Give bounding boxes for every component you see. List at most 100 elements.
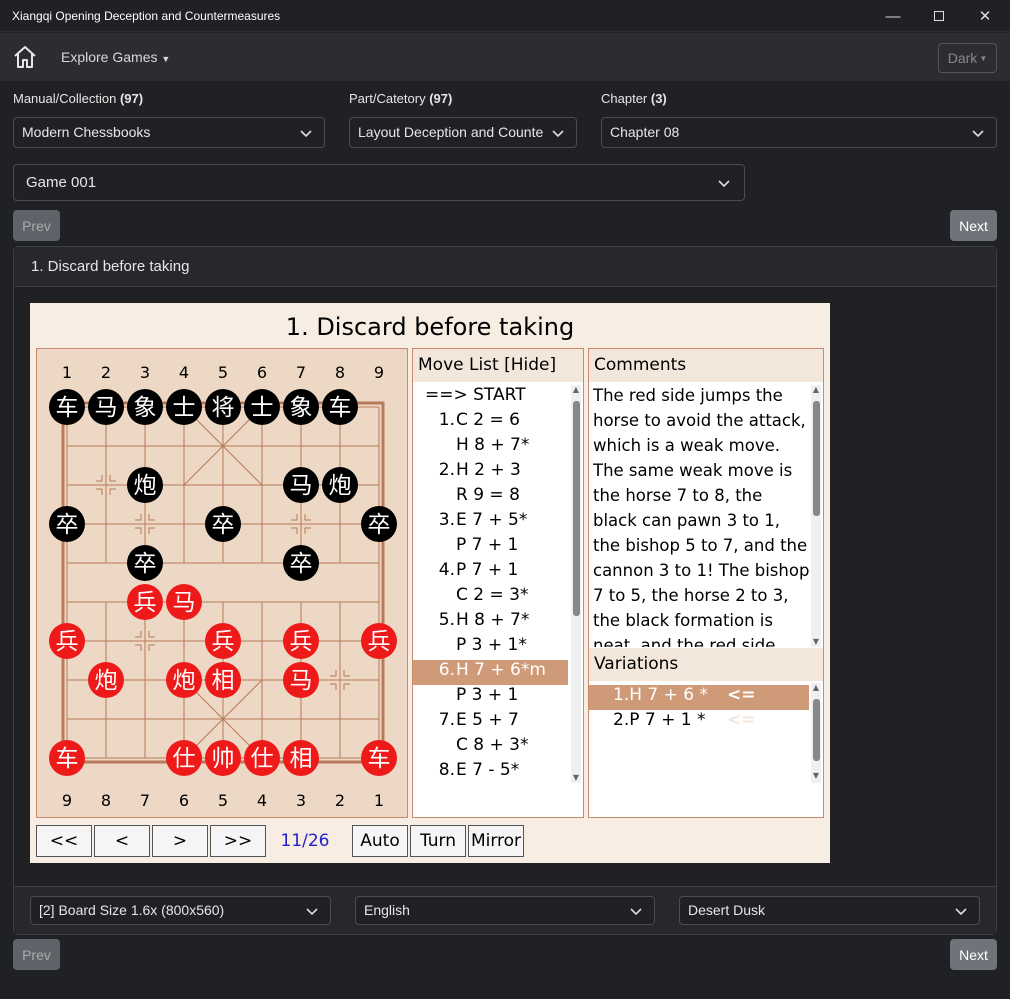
move-item[interactable]: P 7 + 1 (413, 535, 568, 560)
black-piece[interactable]: 卒 (361, 506, 397, 542)
scroll-down-icon[interactable]: ▼ (811, 637, 821, 647)
black-piece[interactable]: 士 (244, 389, 280, 425)
move-item[interactable]: ==> START (413, 385, 568, 410)
red-piece[interactable]: 兵 (205, 623, 241, 659)
file-number-top: 2 (101, 363, 111, 382)
prev-button-bottom[interactable]: Prev (13, 939, 60, 970)
red-piece[interactable]: 帅 (205, 740, 241, 776)
scroll-thumb[interactable] (813, 699, 820, 761)
minimize-icon[interactable]: — (870, 0, 916, 32)
scroll-down-icon[interactable]: ▼ (811, 771, 821, 781)
black-piece[interactable]: 车 (322, 389, 358, 425)
black-piece[interactable]: 马 (88, 389, 124, 425)
move-item[interactable]: C 2 = 3* (413, 585, 568, 610)
black-piece[interactable]: 马 (283, 467, 319, 503)
next-move-button[interactable]: > (152, 825, 208, 857)
language-select[interactable]: English (355, 896, 655, 925)
manual-select[interactable]: Modern Chessbooks (13, 117, 325, 148)
black-piece[interactable]: 象 (127, 389, 163, 425)
piece-label: 卒 (134, 551, 157, 577)
part-select[interactable]: Layout Deception and Counte (349, 117, 577, 148)
piece-label: 兵 (212, 629, 235, 655)
move-text: P 3 + 1* (456, 635, 527, 655)
file-number-top: 6 (257, 363, 267, 382)
scroll-up-icon[interactable]: ▲ (811, 683, 821, 693)
comments-scrollbar[interactable]: ▲ ▼ (811, 385, 821, 647)
move-item[interactable]: 3. E 7 + 5* (413, 510, 568, 535)
black-piece[interactable]: 卒 (205, 506, 241, 542)
xiangqi-board[interactable]: 123456789987654321车马象士将士象车炮马炮卒卒卒卒卒兵马兵兵兵兵… (36, 348, 408, 818)
red-piece[interactable]: 马 (166, 584, 202, 620)
black-piece[interactable]: 炮 (322, 467, 358, 503)
red-piece[interactable]: 马 (283, 662, 319, 698)
theme-label: Dark (947, 50, 978, 66)
red-piece[interactable]: 相 (283, 740, 319, 776)
move-item[interactable]: R 9 = 8 (413, 485, 568, 510)
move-list-header[interactable]: Move List [Hide] (413, 349, 583, 382)
move-item[interactable]: P 3 + 1* (413, 635, 568, 660)
black-piece[interactable]: 车 (49, 389, 85, 425)
red-piece[interactable]: 仕 (244, 740, 280, 776)
maximize-icon[interactable] (916, 0, 962, 32)
red-piece[interactable]: 兵 (49, 623, 85, 659)
position-marker (291, 514, 298, 521)
red-piece[interactable]: 炮 (88, 662, 124, 698)
scroll-thumb[interactable] (573, 401, 580, 616)
red-piece[interactable]: 炮 (166, 662, 202, 698)
move-item[interactable]: 7. E 5 + 7 (413, 710, 568, 735)
red-piece[interactable]: 仕 (166, 740, 202, 776)
red-piece[interactable]: 车 (361, 740, 397, 776)
move-text: H 2 + 3 (456, 460, 521, 480)
position-marker (148, 514, 155, 521)
first-move-button[interactable]: << (36, 825, 92, 857)
variations-scrollbar[interactable]: ▲ ▼ (811, 683, 821, 783)
scroll-up-icon[interactable]: ▲ (571, 385, 581, 395)
red-piece[interactable]: 兵 (361, 623, 397, 659)
black-piece[interactable]: 炮 (127, 467, 163, 503)
variation-item[interactable]: 2.P 7 + 1 * <= (589, 710, 809, 735)
move-item[interactable]: 4. P 7 + 1 (413, 560, 568, 585)
black-piece[interactable]: 卒 (283, 545, 319, 581)
red-piece[interactable]: 兵 (127, 584, 163, 620)
theme-dropdown[interactable]: Dark ▼ (938, 43, 997, 73)
red-piece[interactable]: 兵 (283, 623, 319, 659)
turn-button[interactable]: Turn (410, 825, 466, 857)
explore-games-dropdown[interactable]: Explore Games ▼ (61, 49, 170, 65)
black-piece[interactable]: 将 (205, 389, 241, 425)
scroll-down-icon[interactable]: ▼ (571, 773, 581, 783)
auto-button[interactable]: Auto (352, 825, 408, 857)
scroll-up-icon[interactable]: ▲ (811, 385, 821, 395)
game-select[interactable]: Game 001 (13, 164, 745, 201)
home-icon[interactable] (12, 44, 38, 70)
move-item[interactable]: 6. H 7 + 6*m (413, 660, 568, 685)
board-svg[interactable]: 1 2 3 4 5 6 7 8 99 8 7 6 5 4 3 2 1车马象士将士象车炮马炮卒卒卒卒 卒兵 马兵兵兵兵… (37, 349, 407, 817)
black-piece[interactable]: 卒 (127, 545, 163, 581)
black-piece[interactable]: 卒 (49, 506, 85, 542)
red-piece[interactable]: 相 (205, 662, 241, 698)
scroll-thumb[interactable] (813, 401, 820, 516)
red-piece[interactable]: 车 (49, 740, 85, 776)
move-list-scrollbar[interactable]: ▲ ▼ (571, 385, 581, 783)
next-button[interactable]: Next (950, 210, 997, 241)
prev-move-button[interactable]: < (94, 825, 150, 857)
black-piece[interactable]: 士 (166, 389, 202, 425)
move-item[interactable]: 5. H 8 + 7* (413, 610, 568, 635)
variation-item[interactable]: 1.H 7 + 6 * <= (589, 685, 809, 710)
move-item[interactable]: 8. E 7 - 5* (413, 760, 568, 785)
board-size-select[interactable]: [2] Board Size 1.6x (800x560) (30, 896, 331, 925)
piece-label: 马 (290, 668, 313, 694)
last-move-button[interactable]: >> (210, 825, 266, 857)
next-button-bottom[interactable]: Next (950, 939, 997, 970)
move-item[interactable]: 2. H 2 + 3 (413, 460, 568, 485)
position-marker (109, 475, 116, 482)
prev-button[interactable]: Prev (13, 210, 60, 241)
chapter-select[interactable]: Chapter 08 (601, 117, 997, 148)
move-item[interactable]: H 8 + 7* (413, 435, 568, 460)
board-theme-select[interactable]: Desert Dusk (679, 896, 980, 925)
close-icon[interactable]: ✕ (962, 0, 1008, 32)
black-piece[interactable]: 象 (283, 389, 319, 425)
move-item[interactable]: 1. C 2 = 6 (413, 410, 568, 435)
move-item[interactable]: C 8 + 3* (413, 735, 568, 760)
mirror-button[interactable]: Mirror (468, 825, 524, 857)
move-item[interactable]: P 3 + 1 (413, 685, 568, 710)
